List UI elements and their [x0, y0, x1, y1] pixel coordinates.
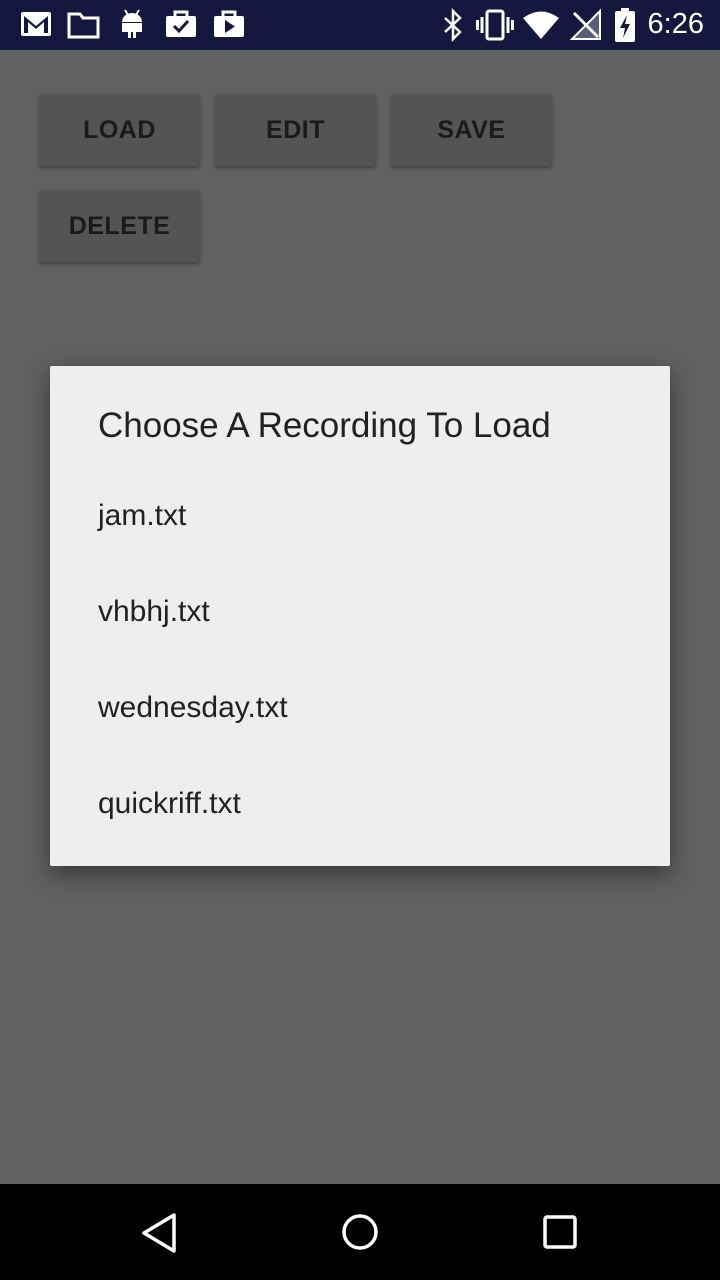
bluetooth-icon: [442, 7, 464, 47]
android-icon: [119, 8, 145, 45]
load-recording-dialog: Choose A Recording To Load jam.txt vhbhj…: [50, 366, 670, 866]
recents-icon[interactable]: [542, 1214, 578, 1255]
gmail-icon: [20, 11, 52, 42]
load-button[interactable]: LOAD: [39, 94, 200, 166]
folder-icon: [67, 11, 101, 44]
recording-list-item[interactable]: wednesday.txt: [50, 660, 670, 756]
clock: 6:26: [647, 8, 704, 40]
vibrate-icon: [476, 9, 514, 46]
play-store-icon: [213, 9, 245, 44]
recording-list-item[interactable]: quickriff.txt: [50, 756, 670, 852]
delete-button[interactable]: DELETE: [39, 190, 200, 262]
edit-button[interactable]: EDIT: [215, 94, 376, 166]
status-bar: 6:26: [0, 0, 720, 50]
back-icon[interactable]: [140, 1212, 180, 1259]
home-icon[interactable]: [340, 1212, 380, 1257]
no-signal-icon: [569, 8, 602, 46]
recording-list-item[interactable]: vhbhj.txt: [50, 564, 670, 660]
navigation-bar: [0, 1184, 720, 1280]
wifi-icon: [522, 11, 560, 44]
briefcase-check-icon: [165, 9, 197, 44]
recording-list-item[interactable]: jam.txt: [50, 468, 670, 564]
dialog-title: Choose A Recording To Load: [98, 406, 551, 445]
battery-charging-icon: [614, 7, 636, 48]
save-button[interactable]: SAVE: [391, 94, 552, 166]
